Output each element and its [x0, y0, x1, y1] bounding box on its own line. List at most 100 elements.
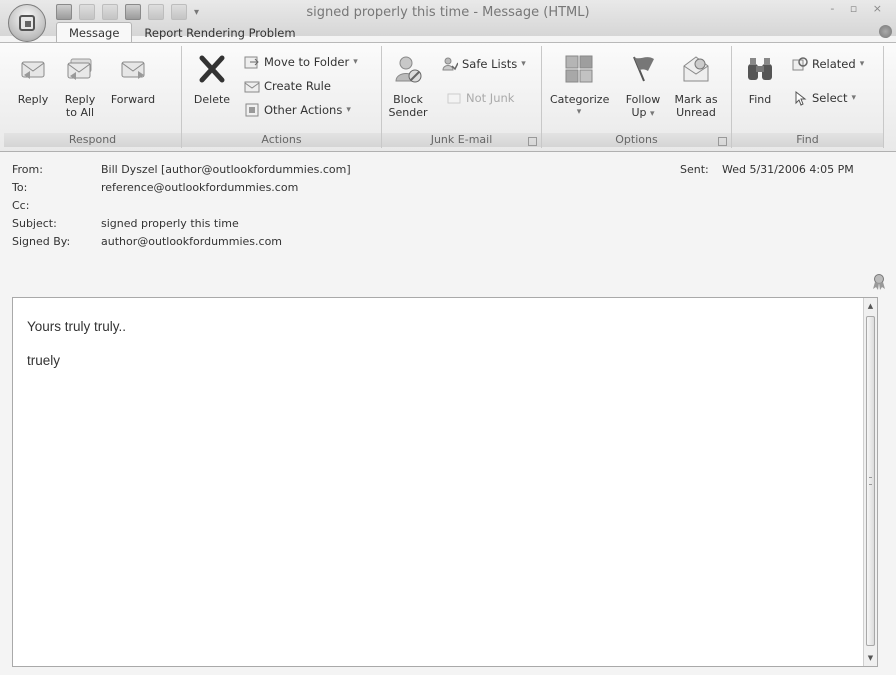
window-controls[interactable]: - ▫ ×: [830, 2, 888, 15]
scroll-down-arrow-icon[interactable]: ▼: [864, 652, 877, 664]
chevron-down-icon: ▾: [859, 59, 865, 69]
to-label: To:: [12, 181, 28, 194]
ribbon-tabs: Message Report Rendering Problem: [56, 22, 308, 42]
select-cursor-icon: [795, 90, 807, 106]
move-to-folder-button[interactable]: Move to Folder ▾: [244, 54, 358, 70]
options-group-label: Options: [542, 133, 731, 147]
block-sender-icon: [395, 56, 422, 83]
categorize-label: Categorize: [550, 93, 610, 106]
reply-button[interactable]: Reply: [12, 50, 54, 106]
find-group-label: Find: [732, 133, 883, 147]
other-actions-button[interactable]: Other Actions ▾: [244, 102, 351, 118]
reply-all-button[interactable]: Reply to All: [58, 50, 102, 119]
body-line-2: truely: [27, 353, 61, 368]
subject-value: signed properly this time: [101, 217, 239, 230]
create-rule-button[interactable]: Create Rule: [244, 78, 331, 94]
reply-all-icon: [67, 58, 92, 80]
select-label: Select: [812, 91, 848, 105]
actions-group-label: Actions: [182, 133, 381, 147]
message-body[interactable]: Yours truly truly.. truely ▲ ▼: [12, 297, 878, 667]
move-to-folder-label: Move to Folder: [264, 55, 350, 69]
mark-unread-label-2: Unread: [676, 106, 716, 119]
reply-all-label-2: to All: [65, 106, 95, 119]
body-line-1: Yours truly truly..: [27, 319, 127, 334]
to-value[interactable]: reference@outlookfordummies.com: [101, 181, 298, 194]
block-sender-label-2: Sender: [388, 106, 428, 119]
reply-label: Reply: [17, 93, 49, 106]
actions-group: Delete Move to Folder ▾ Create Rule Othe…: [182, 46, 382, 148]
signed-by-value: author@outlookfordummies.com: [101, 235, 283, 248]
categorize-icon: [565, 55, 593, 83]
mark-as-unread-button[interactable]: Mark as Unread: [672, 50, 720, 119]
options-dialog-launcher-icon[interactable]: [718, 137, 727, 146]
chevron-down-icon: ▾: [521, 59, 526, 69]
tab-message[interactable]: Message: [56, 22, 133, 42]
delete-x-icon: [199, 55, 225, 83]
office-button[interactable]: [8, 4, 46, 42]
mark-unread-label-1: Mark as: [674, 93, 718, 106]
related-icon: [792, 57, 808, 71]
junk-email-group-label: Junk E-mail: [382, 133, 541, 147]
vertical-scrollbar[interactable]: ▲ ▼: [863, 298, 877, 666]
chevron-down-icon: ▾: [353, 57, 358, 67]
signed-by-label: Signed By:: [12, 235, 71, 248]
related-button[interactable]: Related ▾: [792, 56, 864, 72]
binoculars-icon: [748, 58, 772, 80]
window-title: signed properly this time - Message (HTM…: [306, 5, 590, 20]
sent-label: Sent:: [680, 163, 709, 176]
options-group: Categorize ▾ Follow Up ▾ Mark as Unread …: [542, 46, 732, 148]
forward-icon: [121, 61, 145, 79]
create-rule-icon: [244, 81, 260, 93]
mark-unread-icon: [683, 56, 709, 82]
signature-ribbon-icon[interactable]: [872, 274, 886, 290]
other-actions-icon: [245, 103, 259, 117]
follow-up-label-1: Follow: [625, 93, 661, 106]
reply-icon: [21, 61, 45, 79]
safe-lists-icon: [442, 57, 458, 71]
chevron-down-icon: ▾: [851, 93, 857, 103]
flag-icon: [633, 56, 654, 82]
sent-value: Wed 5/31/2006 4:05 PM: [722, 163, 854, 176]
message-header: From: Bill Dyszel [author@outlookfordumm…: [0, 153, 896, 293]
cc-label: Cc:: [12, 199, 30, 212]
respond-group-label: Respond: [4, 133, 181, 147]
chevron-down-icon: ▾: [346, 105, 351, 115]
related-label: Related: [812, 57, 856, 71]
safe-lists-button[interactable]: Safe Lists ▾: [442, 56, 526, 72]
subject-label: Subject:: [12, 217, 57, 230]
from-label: From:: [12, 163, 43, 176]
forward-label: Forward: [110, 93, 156, 106]
block-sender-label-1: Block: [393, 93, 423, 106]
find-group: Find Related ▾ Select ▾ Find: [732, 46, 884, 148]
create-rule-label: Create Rule: [264, 79, 331, 93]
delete-label: Delete: [193, 93, 231, 106]
find-button[interactable]: Find: [740, 50, 780, 106]
respond-group: Reply Reply to All Forward Respond: [4, 46, 182, 148]
scrollbar-thumb[interactable]: [866, 316, 875, 646]
help-icon[interactable]: [879, 25, 892, 38]
office-logo-icon: [19, 15, 35, 31]
block-sender-button[interactable]: Block Sender: [388, 50, 428, 119]
tab-report-rendering-problem[interactable]: Report Rendering Problem: [132, 23, 307, 42]
find-label: Find: [748, 93, 772, 106]
move-to-folder-icon: [244, 56, 259, 69]
ribbon: Reply Reply to All Forward Respond Delet…: [0, 42, 896, 152]
forward-button[interactable]: Forward: [106, 50, 160, 106]
from-value[interactable]: Bill Dyszel [author@outlookfordummies.co…: [101, 163, 351, 176]
not-junk-label: Not Junk: [466, 91, 515, 105]
scroll-up-arrow-icon[interactable]: ▲: [864, 300, 877, 312]
junk-email-dialog-launcher-icon[interactable]: [528, 137, 537, 146]
reply-all-label-1: Reply: [64, 93, 96, 106]
follow-up-button[interactable]: Follow Up ▾: [622, 50, 664, 121]
junk-email-group: Block Sender Safe Lists ▾ Not Junk Junk …: [382, 46, 542, 148]
follow-up-label-2: Up: [631, 106, 647, 119]
safe-lists-label: Safe Lists: [462, 57, 518, 71]
chevron-down-icon: ▾: [650, 109, 655, 119]
chevron-down-icon: ▾: [576, 107, 582, 117]
not-junk-button[interactable]: Not Junk: [446, 90, 514, 106]
select-button[interactable]: Select ▾: [792, 90, 856, 106]
categorize-button[interactable]: Categorize ▾: [550, 50, 610, 119]
delete-button[interactable]: Delete: [190, 50, 234, 106]
other-actions-label: Other Actions: [264, 103, 343, 117]
not-junk-icon: [447, 93, 461, 104]
